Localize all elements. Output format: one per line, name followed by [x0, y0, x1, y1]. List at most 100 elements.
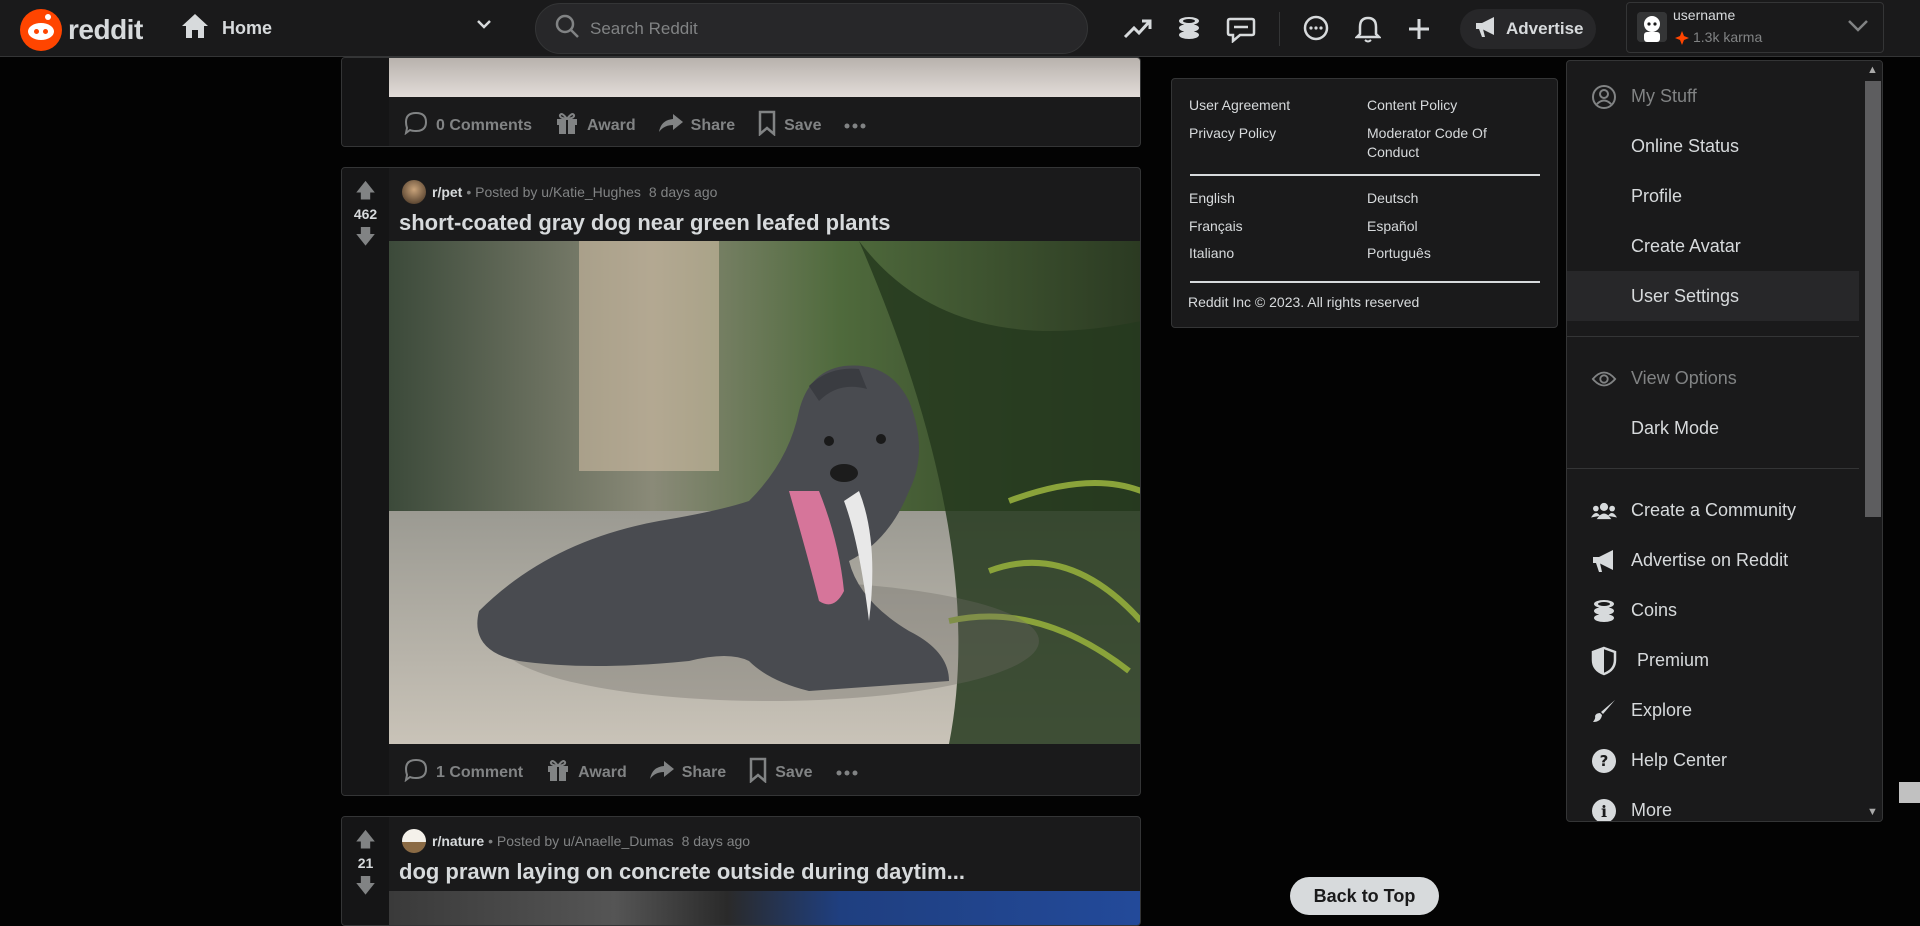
share-label: Share — [681, 763, 727, 781]
menu-divider — [1567, 468, 1859, 469]
post-meta: r/nature • Posted by u/Anaelle_Dumas 8 d… — [402, 829, 750, 853]
subreddit-icon — [402, 829, 426, 853]
create-community-item[interactable]: Create a Community — [1567, 485, 1859, 535]
moderator-code-link[interactable]: Moderator Code Of Conduct — [1367, 124, 1507, 162]
create-post-plus-icon[interactable] — [1404, 14, 1434, 44]
post-title[interactable]: dog prawn laying on concrete outside dur… — [399, 859, 965, 885]
help-center-item[interactable]: ? Help Center — [1567, 735, 1859, 785]
user-circle-icon — [1591, 84, 1617, 110]
scroll-down-arrow-icon[interactable]: ▼ — [1867, 806, 1878, 818]
award-label: Award — [578, 763, 627, 781]
share-button[interactable]: Share — [658, 112, 735, 139]
premium-item[interactable]: Premium — [1567, 635, 1859, 685]
post-image[interactable] — [389, 241, 1140, 744]
advertise-on-reddit-item[interactable]: Advertise on Reddit — [1567, 535, 1859, 585]
dark-mode-item[interactable]: Dark Mode — [1567, 403, 1859, 453]
post-actions: 1 Comment Award Share Save — [403, 757, 881, 788]
language-francais[interactable]: Français — [1189, 217, 1243, 236]
post-image[interactable] — [389, 891, 1140, 925]
vote-column: 🡅 21 🡇 — [342, 817, 389, 925]
post-card[interactable]: 0 Comments Award Share Save — [341, 57, 1141, 147]
search-bar[interactable] — [535, 3, 1088, 54]
popular-icon[interactable] — [1123, 14, 1153, 44]
menu-scrollbar[interactable]: ▲ ▼ — [1863, 61, 1882, 821]
community-icon — [1591, 498, 1617, 524]
footer-divider — [1190, 281, 1540, 283]
post-image[interactable] — [389, 58, 1140, 97]
post-age: 8 days ago — [648, 184, 718, 200]
language-deutsch[interactable]: Deutsch — [1367, 189, 1418, 208]
vote-column — [342, 58, 389, 146]
user-dropdown-menu: My Stuff Online Status Profile Create Av… — [1566, 60, 1883, 822]
downvote-arrow-icon[interactable]: 🡇 — [355, 226, 376, 248]
home-feed-selector[interactable]: Home — [180, 10, 500, 46]
upvote-arrow-icon[interactable]: 🡅 — [355, 829, 376, 851]
scroll-up-arrow-icon[interactable]: ▲ — [1867, 64, 1878, 76]
save-button[interactable]: Save — [748, 757, 813, 788]
save-button[interactable]: Save — [757, 110, 821, 141]
upvote-arrow-icon[interactable]: 🡅 — [355, 180, 376, 202]
scrollbar-thumb[interactable] — [1865, 81, 1881, 517]
posted-by-link[interactable]: • Posted by u/Anaelle_Dumas — [488, 833, 673, 849]
user-menu-button[interactable]: username 1.3k karma — [1626, 2, 1884, 53]
post-card[interactable]: 🡅 21 🡇 r/nature • Posted by u/Anaelle_Du… — [341, 816, 1141, 926]
more-options-button[interactable] — [835, 764, 859, 782]
footer-links-card: User Agreement Content Policy Privacy Po… — [1171, 78, 1558, 328]
logo-text: reddit — [68, 14, 143, 45]
search-input[interactable] — [590, 18, 1030, 39]
comments-button[interactable]: 1 Comment — [403, 758, 523, 787]
reddit-logo[interactable]: reddit — [20, 9, 143, 51]
profile-item[interactable]: Profile — [1567, 171, 1859, 221]
posted-by-link[interactable]: • Posted by u/Katie_Hughes — [466, 184, 641, 200]
subreddit-link[interactable]: r/pet — [432, 184, 462, 200]
user-agreement-link[interactable]: User Agreement — [1189, 96, 1290, 115]
notification-bell-icon[interactable] — [1353, 14, 1383, 44]
eye-icon — [1591, 366, 1617, 392]
back-to-top-button[interactable]: Back to Top — [1290, 877, 1439, 915]
username-text: username — [1673, 7, 1736, 23]
more-options-button[interactable] — [843, 117, 867, 135]
more-dots-icon — [835, 764, 859, 782]
comments-button[interactable]: 0 Comments — [403, 111, 532, 140]
create-avatar-item[interactable]: Create Avatar — [1567, 221, 1859, 271]
menu-divider — [1567, 336, 1859, 337]
page-scrollbar-thumb[interactable] — [1899, 782, 1920, 803]
language-italiano[interactable]: Italiano — [1189, 244, 1234, 263]
online-status-item[interactable]: Online Status — [1567, 121, 1859, 171]
post-card[interactable]: 🡅 462 🡇 r/pet • Posted by u/Katie_Hughes… — [341, 167, 1141, 796]
share-icon — [649, 759, 675, 786]
more-item[interactable]: i More — [1567, 785, 1859, 821]
save-label: Save — [775, 763, 813, 781]
comments-label: 0 Comments — [436, 116, 533, 134]
language-espanol[interactable]: Español — [1367, 217, 1418, 236]
post-title[interactable]: short-coated gray dog near green leafed … — [399, 210, 890, 236]
comment-icon — [403, 758, 429, 787]
subreddit-link[interactable]: r/nature — [432, 833, 484, 849]
post-meta: r/pet • Posted by u/Katie_Hughes 8 days … — [402, 180, 717, 204]
language-english[interactable]: English — [1189, 189, 1235, 208]
talk-icon[interactable] — [1226, 14, 1256, 44]
comments-label: 1 Comment — [436, 763, 524, 781]
content-policy-link[interactable]: Content Policy — [1367, 96, 1457, 115]
vote-score: 21 — [357, 855, 374, 871]
reddit-snoo-icon — [20, 9, 62, 51]
downvote-arrow-icon[interactable]: 🡇 — [355, 875, 376, 897]
privacy-policy-link[interactable]: Privacy Policy — [1189, 124, 1276, 143]
coins-item[interactable]: Coins — [1567, 585, 1859, 635]
home-label: Home — [222, 17, 273, 38]
share-button[interactable]: Share — [649, 759, 726, 786]
karma-count: 1.3k karma — [1693, 29, 1763, 45]
coins-icon[interactable] — [1174, 14, 1204, 44]
copyright-text: Reddit Inc © 2023. All rights reserved — [1188, 294, 1420, 310]
language-portugues[interactable]: Português — [1367, 244, 1431, 263]
bookmark-icon — [748, 757, 768, 788]
vote-column: 🡅 462 🡇 — [342, 168, 389, 795]
bookmark-icon — [757, 110, 777, 141]
user-settings-item[interactable]: User Settings — [1567, 271, 1859, 321]
advertise-button[interactable]: Advertise — [1460, 9, 1596, 49]
chat-icon[interactable] — [1301, 14, 1331, 44]
award-button[interactable]: Award — [554, 110, 636, 141]
post-age: 8 days ago — [681, 833, 751, 849]
award-button[interactable]: Award — [545, 757, 627, 788]
explore-item[interactable]: Explore — [1567, 685, 1859, 735]
